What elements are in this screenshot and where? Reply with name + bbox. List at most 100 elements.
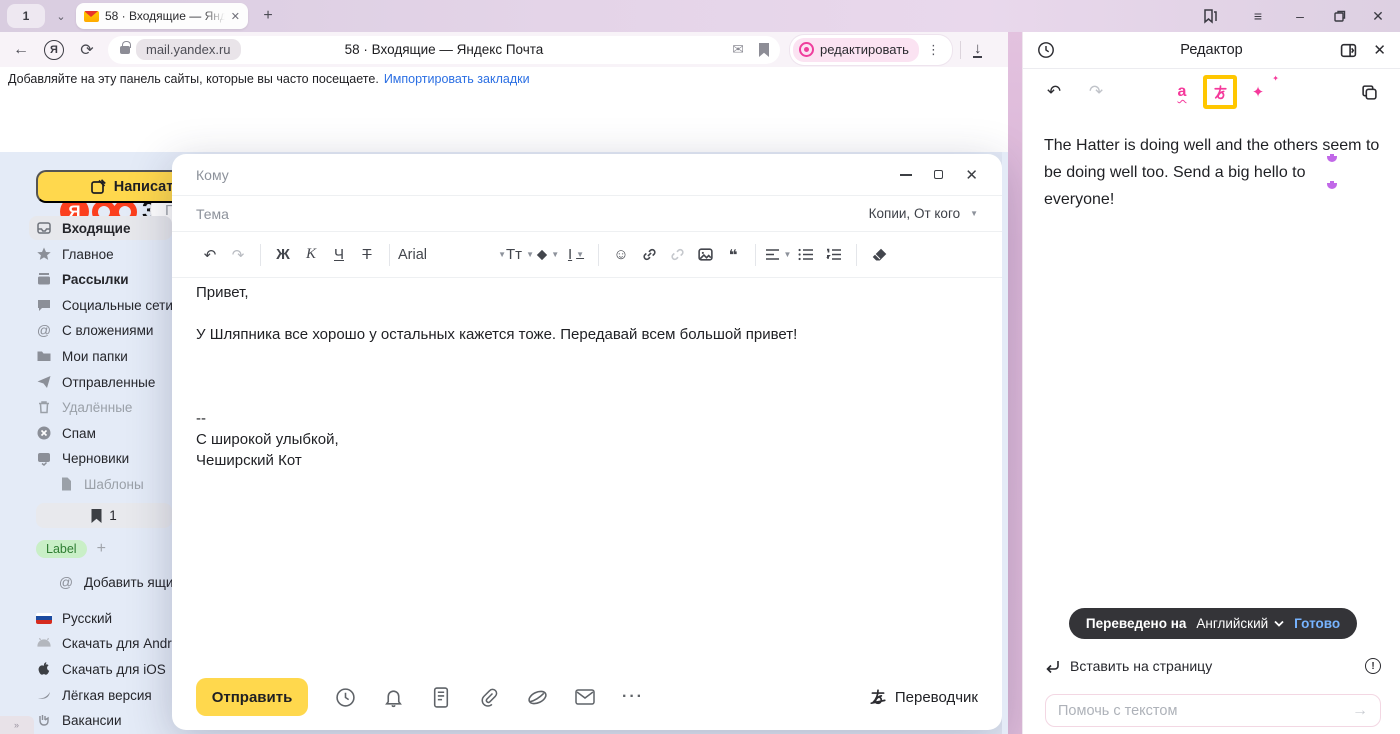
add-label-icon[interactable]: + xyxy=(97,540,106,558)
cc-from-toggle[interactable]: Копии, От кого ▼ xyxy=(869,206,978,221)
import-bookmarks-link[interactable]: Импортировать закладки xyxy=(384,72,530,86)
translator-label: Переводчик xyxy=(895,689,978,706)
send-later-clock-icon[interactable] xyxy=(334,686,356,708)
selection-handle[interactable] xyxy=(1327,183,1337,189)
chat-bubble-icon xyxy=(36,297,52,313)
sidebar-bookmarks-pill[interactable]: 1 xyxy=(36,503,172,528)
redo-icon[interactable]: ↷ xyxy=(224,240,252,270)
ai-sparkles-icon[interactable]: ✦ xyxy=(1243,77,1273,107)
attach-paperclip-icon[interactable] xyxy=(478,686,500,708)
info-alert-icon[interactable]: ! xyxy=(1365,658,1381,674)
download-android-link[interactable]: Скачать для Android xyxy=(36,631,172,655)
ai-prompt-box[interactable]: → xyxy=(1045,694,1381,727)
open-in-window-icon[interactable] xyxy=(1340,42,1357,59)
language-select[interactable]: Английский xyxy=(1196,616,1284,631)
insert-image-icon[interactable] xyxy=(691,240,719,270)
copy-icon[interactable] xyxy=(1354,77,1384,107)
add-mailbox-button[interactable]: @ Добавить ящик xyxy=(58,570,178,594)
russian-flag-icon xyxy=(36,613,52,624)
underline-button[interactable]: Ч xyxy=(325,240,353,270)
footer-item-label: Лёгкая версия xyxy=(62,688,152,703)
sidebar-item-social[interactable]: Социальные сети xyxy=(36,293,172,317)
edit-options-kebab-icon[interactable]: ⋮ xyxy=(919,42,948,58)
window-edge-strip xyxy=(1008,32,1022,734)
translated-text[interactable]: The Hatter is doing well and the others … xyxy=(1044,132,1380,213)
emoji-icon[interactable]: ☺ xyxy=(607,240,635,270)
browser-tab[interactable]: 58 · Входящие — Янде ✕ xyxy=(76,3,248,29)
selection-handle[interactable] xyxy=(1327,156,1337,162)
font-family-select[interactable]: Arial▼ xyxy=(398,247,506,263)
undo-icon[interactable]: ↶ xyxy=(196,240,224,270)
sidebar-item-newsletters[interactable]: Рассылки xyxy=(36,267,172,291)
compose-to-row[interactable]: Кому ✕ xyxy=(172,154,1002,196)
done-button[interactable]: Готово xyxy=(1294,616,1340,631)
back-icon[interactable]: ← xyxy=(6,41,36,59)
remove-link-icon[interactable] xyxy=(663,240,691,270)
spellcheck-icon[interactable]: a xyxy=(1167,77,1197,107)
bullet-list-icon[interactable] xyxy=(792,240,820,270)
italic-button[interactable]: К xyxy=(297,240,325,270)
insert-on-page-row[interactable]: Вставить на страницу ! xyxy=(1045,658,1381,674)
ai-prompt-input[interactable] xyxy=(1058,703,1352,719)
send-button[interactable]: Отправить xyxy=(196,678,308,716)
panel-bookmarks-icon[interactable] xyxy=(1192,0,1228,32)
signature-pen-icon[interactable] xyxy=(526,686,548,708)
light-version-link[interactable]: Лёгкая версия xyxy=(36,683,172,707)
sidebar-item-inbox[interactable]: Входящие xyxy=(29,216,172,240)
text-color-button[interactable]: I▼ xyxy=(562,240,590,270)
window-minimize-button[interactable]: – xyxy=(1282,0,1318,32)
message-body[interactable]: Привет, У Шляпника все хорошо у остальны… xyxy=(196,282,976,471)
envelope-icon[interactable] xyxy=(574,686,596,708)
quote-icon[interactable]: ❝ xyxy=(719,240,747,270)
strikethrough-button[interactable]: Т xyxy=(353,240,381,270)
editor-undo-icon[interactable]: ↶ xyxy=(1039,77,1069,107)
edit-with-neuro-button[interactable]: редактировать xyxy=(793,38,919,62)
bookmark-icon[interactable] xyxy=(758,43,770,57)
compose-minimize-icon[interactable] xyxy=(900,174,912,176)
window-restore-button[interactable] xyxy=(1322,0,1358,32)
panel-close-icon[interactable]: ✕ xyxy=(1373,41,1386,59)
font-size-button[interactable]: Tт▼ xyxy=(506,240,534,270)
submit-arrow-icon[interactable]: → xyxy=(1352,702,1368,720)
eraser-icon[interactable] xyxy=(865,240,893,270)
compose-expand-icon[interactable] xyxy=(934,170,943,179)
url-text[interactable]: mail.yandex.ru xyxy=(136,39,241,60)
bold-button[interactable]: Ж xyxy=(269,240,297,270)
sidebar-item-attachments[interactable]: @ С вложениями xyxy=(36,318,172,342)
download-ios-link[interactable]: Скачать для iOS xyxy=(36,657,172,681)
vacancies-link[interactable]: Вакансии xyxy=(36,708,172,732)
history-clock-icon[interactable] xyxy=(1037,41,1055,59)
refresh-icon[interactable]: ⟳ xyxy=(72,40,102,60)
new-tab-button[interactable]: + xyxy=(256,5,280,27)
email-mode-icon[interactable]: ✉ xyxy=(732,41,744,58)
label-tag[interactable]: Label xyxy=(36,540,87,558)
translate-highlight-box[interactable] xyxy=(1203,75,1237,109)
sidebar-collapse-widget[interactable]: » xyxy=(0,716,34,734)
template-icon[interactable] xyxy=(430,686,452,708)
compose-subject-row[interactable]: Тема Копии, От кого ▼ xyxy=(172,196,1002,232)
insert-link-icon[interactable] xyxy=(635,240,663,270)
downloads-icon[interactable]: ↓ xyxy=(973,42,983,58)
yandex-badge-icon[interactable]: Я xyxy=(44,40,64,60)
align-button[interactable]: ▼ xyxy=(764,240,792,270)
language-selector[interactable]: Русский xyxy=(36,606,172,630)
url-field[interactable]: mail.yandex.ru 58 · Входящие — Яндекс По… xyxy=(108,36,780,64)
compose-close-icon[interactable]: ✕ xyxy=(965,166,978,184)
sidebar-item-trash[interactable]: Удалённые xyxy=(36,395,172,419)
menu-icon[interactable]: ≡ xyxy=(1240,0,1276,32)
sidebar-item-my-folders[interactable]: Мои папки xyxy=(36,344,172,368)
editor-redo-icon[interactable]: ↷ xyxy=(1081,77,1111,107)
translator-button[interactable]: Переводчик xyxy=(869,688,978,706)
sidebar-item-main[interactable]: Главное xyxy=(36,242,172,266)
tab-list-chevron-icon[interactable]: ⌄ xyxy=(50,4,72,28)
more-options-icon[interactable]: ··· xyxy=(622,686,644,708)
window-close-button[interactable]: ✕ xyxy=(1360,0,1396,32)
sidebar-item-drafts[interactable]: Черновики xyxy=(36,446,172,470)
tab-close-icon[interactable]: ✕ xyxy=(231,10,240,23)
numbered-list-icon[interactable] xyxy=(820,240,848,270)
reminder-bell-icon[interactable] xyxy=(382,686,404,708)
highlight-color-button[interactable]: ⬥▼ xyxy=(534,240,562,270)
sidebar-item-sent[interactable]: Отправленные xyxy=(36,370,172,394)
tab-group-counter[interactable]: 1 xyxy=(7,4,45,28)
sidebar-item-spam[interactable]: Спам xyxy=(36,421,172,445)
